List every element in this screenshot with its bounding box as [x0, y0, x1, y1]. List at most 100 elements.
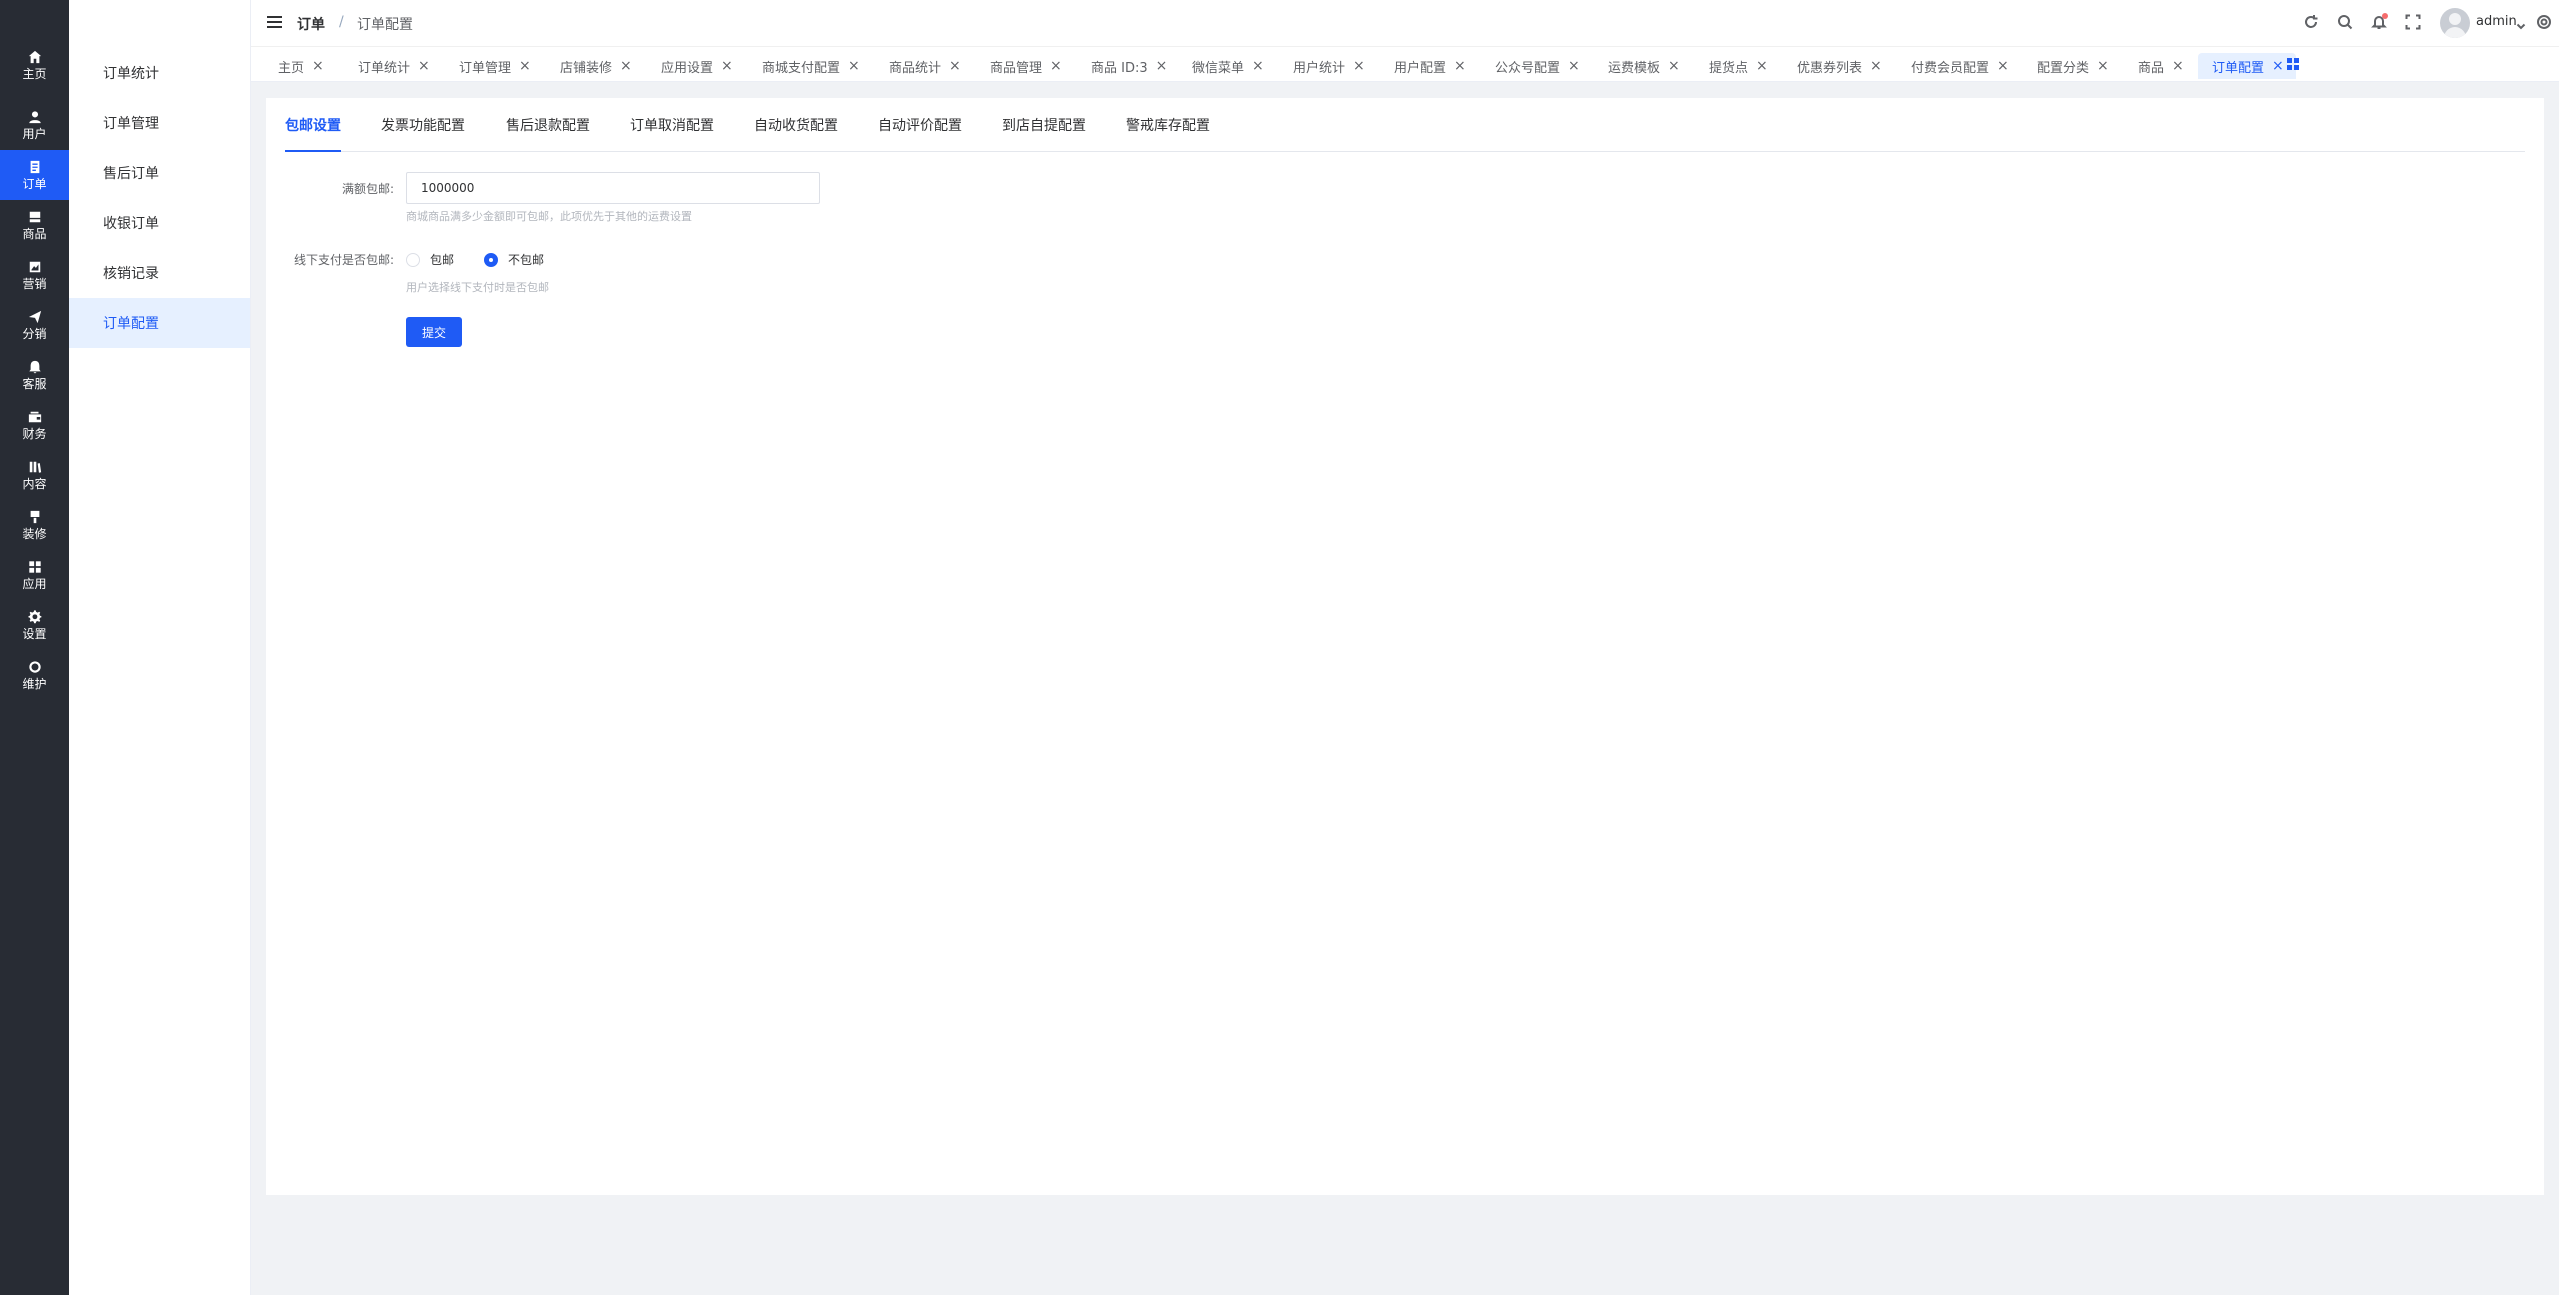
breadcrumb-current: 订单配置 — [357, 17, 413, 33]
chevron-down-icon[interactable] — [2516, 16, 2526, 30]
close-icon[interactable]: × — [418, 58, 430, 74]
tag-label: 优惠券列表 — [1797, 60, 1863, 76]
rail-item-label: 营销 — [22, 276, 47, 291]
avatar[interactable] — [2440, 8, 2470, 38]
rail-item-label: 商品 — [22, 226, 47, 241]
close-icon[interactable]: × — [1156, 58, 1168, 74]
search-icon[interactable] — [2337, 14, 2353, 30]
close-icon[interactable]: × — [1870, 58, 1882, 74]
close-icon[interactable]: × — [1454, 58, 1466, 74]
close-icon[interactable]: × — [1756, 58, 1768, 74]
marketing-icon — [29, 261, 40, 272]
rail-item-service[interactable]: 客服 — [0, 350, 69, 400]
tag-order-stats[interactable]: 订单统计 × — [344, 53, 442, 79]
tag-user-stats[interactable]: 用户统计 × — [1279, 53, 1377, 79]
rail-item-label: 客服 — [22, 376, 47, 391]
tab-invoice[interactable]: 发票功能配置 — [381, 115, 465, 135]
rail-item-goods[interactable]: 商品 — [0, 200, 69, 250]
close-icon[interactable]: × — [519, 58, 531, 74]
submenu-item-writeoff-records[interactable]: 核销记录 — [69, 248, 250, 298]
rail-item-apps[interactable]: 应用 — [0, 550, 69, 600]
tag-shop-decoration[interactable]: 店铺装修 × — [546, 53, 644, 79]
finance-icon — [28, 411, 41, 422]
close-icon[interactable]: × — [1050, 58, 1062, 74]
tag-coupon-list[interactable]: 优惠券列表 × — [1783, 53, 1894, 79]
radio-no-free-shipping[interactable]: 不包邮 — [484, 251, 544, 268]
breadcrumb-parent[interactable]: 订单 — [297, 14, 325, 34]
submenu-item-order-management[interactable]: 订单管理 — [69, 98, 250, 148]
decoration-icon — [30, 510, 39, 523]
tab-auto-receive[interactable]: 自动收货配置 — [754, 115, 838, 135]
tag-goods-stats[interactable]: 商品统计 × — [875, 53, 973, 79]
rail-item-finance[interactable]: 财务 — [0, 400, 69, 450]
tab-auto-review[interactable]: 自动评价配置 — [878, 115, 962, 135]
tab-store-pickup[interactable]: 到店自提配置 — [1002, 115, 1086, 135]
close-icon[interactable]: × — [1668, 58, 1680, 74]
tag-label: 订单统计 — [358, 60, 411, 76]
offline-payment-label: 线下支付是否包邮: — [293, 253, 394, 267]
close-icon[interactable]: × — [848, 58, 860, 74]
tag-paid-member-config[interactable]: 付费会员配置 × — [1897, 53, 2021, 79]
close-icon[interactable]: × — [1252, 58, 1264, 74]
rail-item-user[interactable]: 用户 — [0, 100, 69, 150]
rail-item-marketing[interactable]: 营销 — [0, 250, 69, 300]
tag-goods-id[interactable]: 商品 ID:3 × — [1077, 53, 1179, 79]
close-icon[interactable]: × — [1997, 58, 2009, 74]
rail-item-order[interactable]: 订单 — [0, 150, 69, 200]
submenu-item-order-config[interactable]: 订单配置 — [69, 298, 250, 348]
tag-config-category[interactable]: 配置分类 × — [2023, 53, 2121, 79]
menu-toggle-icon[interactable] — [267, 16, 282, 29]
tag-label: 商品 — [2138, 60, 2165, 76]
tag-home[interactable]: 主页 × — [264, 53, 336, 79]
tag-label: 商品 ID:3 — [1091, 60, 1148, 76]
rail-item-distribution[interactable]: 分销 — [0, 300, 69, 350]
submenu-item-order-stats[interactable]: 订单统计 — [69, 48, 250, 98]
fullscreen-icon[interactable] — [2405, 14, 2421, 30]
tag-shipping-template[interactable]: 运费模板 × — [1594, 53, 1692, 79]
refresh-icon[interactable] — [2303, 14, 2319, 30]
tag-goods-management[interactable]: 商品管理 × — [976, 53, 1074, 79]
close-icon[interactable]: × — [312, 58, 324, 74]
rail-item-settings[interactable]: 设置 — [0, 600, 69, 650]
rail-item-content[interactable]: 内容 — [0, 450, 69, 500]
radio-circle — [484, 252, 498, 267]
close-icon[interactable]: × — [2272, 58, 2284, 74]
rail-item-decoration[interactable]: 装修 — [0, 500, 69, 550]
tag-pickup-points[interactable]: 提货点 × — [1695, 53, 1780, 79]
tags-menu-icon[interactable] — [2287, 58, 2299, 70]
submit-button[interactable]: 提交 — [406, 317, 462, 347]
tag-goods[interactable]: 商品 × — [2124, 53, 2196, 79]
close-icon[interactable]: × — [2097, 58, 2109, 74]
close-icon[interactable]: × — [1353, 58, 1365, 74]
tag-payment-config[interactable]: 商城支付配置 × — [748, 53, 872, 79]
tab-order-cancel[interactable]: 订单取消配置 — [630, 115, 714, 135]
tag-user-config[interactable]: 用户配置 × — [1380, 53, 1478, 79]
free-shipping-hint: 商城商品满多少金额即可包邮，此项优先于其他的运费设置 — [406, 210, 692, 223]
bell-icon[interactable] — [2371, 13, 2388, 30]
submenu-item-label: 核销记录 — [103, 266, 159, 282]
tab-stock-alert[interactable]: 警戒库存配置 — [1126, 115, 1210, 135]
tab-after-sales-refund[interactable]: 售后退款配置 — [506, 115, 590, 135]
tag-order-management[interactable]: 订单管理 × — [445, 53, 543, 79]
username[interactable]: admin — [2476, 14, 2517, 29]
close-icon[interactable]: × — [620, 58, 632, 74]
rail-item-maintenance[interactable]: 维护 — [0, 650, 69, 700]
submenu-item-cashier-orders[interactable]: 收银订单 — [69, 198, 250, 248]
tag-label: 用户配置 — [1394, 60, 1447, 76]
tag-order-config[interactable]: 订单配置 × — [2198, 53, 2296, 79]
user-icon — [28, 110, 41, 123]
settings-icon[interactable] — [2536, 14, 2552, 30]
tag-app-settings[interactable]: 应用设置 × — [647, 53, 745, 79]
tag-wechat-menu[interactable]: 微信菜单 × — [1178, 53, 1276, 79]
rail-item-home[interactable]: 主页 — [0, 40, 69, 90]
close-icon[interactable]: × — [949, 58, 961, 74]
radio-label: 不包邮 — [508, 253, 545, 267]
close-icon[interactable]: × — [2172, 58, 2184, 74]
close-icon[interactable]: × — [1568, 58, 1580, 74]
free-shipping-input[interactable] — [406, 172, 820, 204]
tag-official-account-config[interactable]: 公众号配置 × — [1481, 53, 1592, 79]
submenu-item-after-sales[interactable]: 售后订单 — [69, 148, 250, 198]
radio-free-shipping[interactable]: 包邮 — [406, 251, 454, 268]
close-icon[interactable]: × — [721, 58, 733, 74]
tab-free-shipping[interactable]: 包邮设置 — [285, 115, 341, 135]
